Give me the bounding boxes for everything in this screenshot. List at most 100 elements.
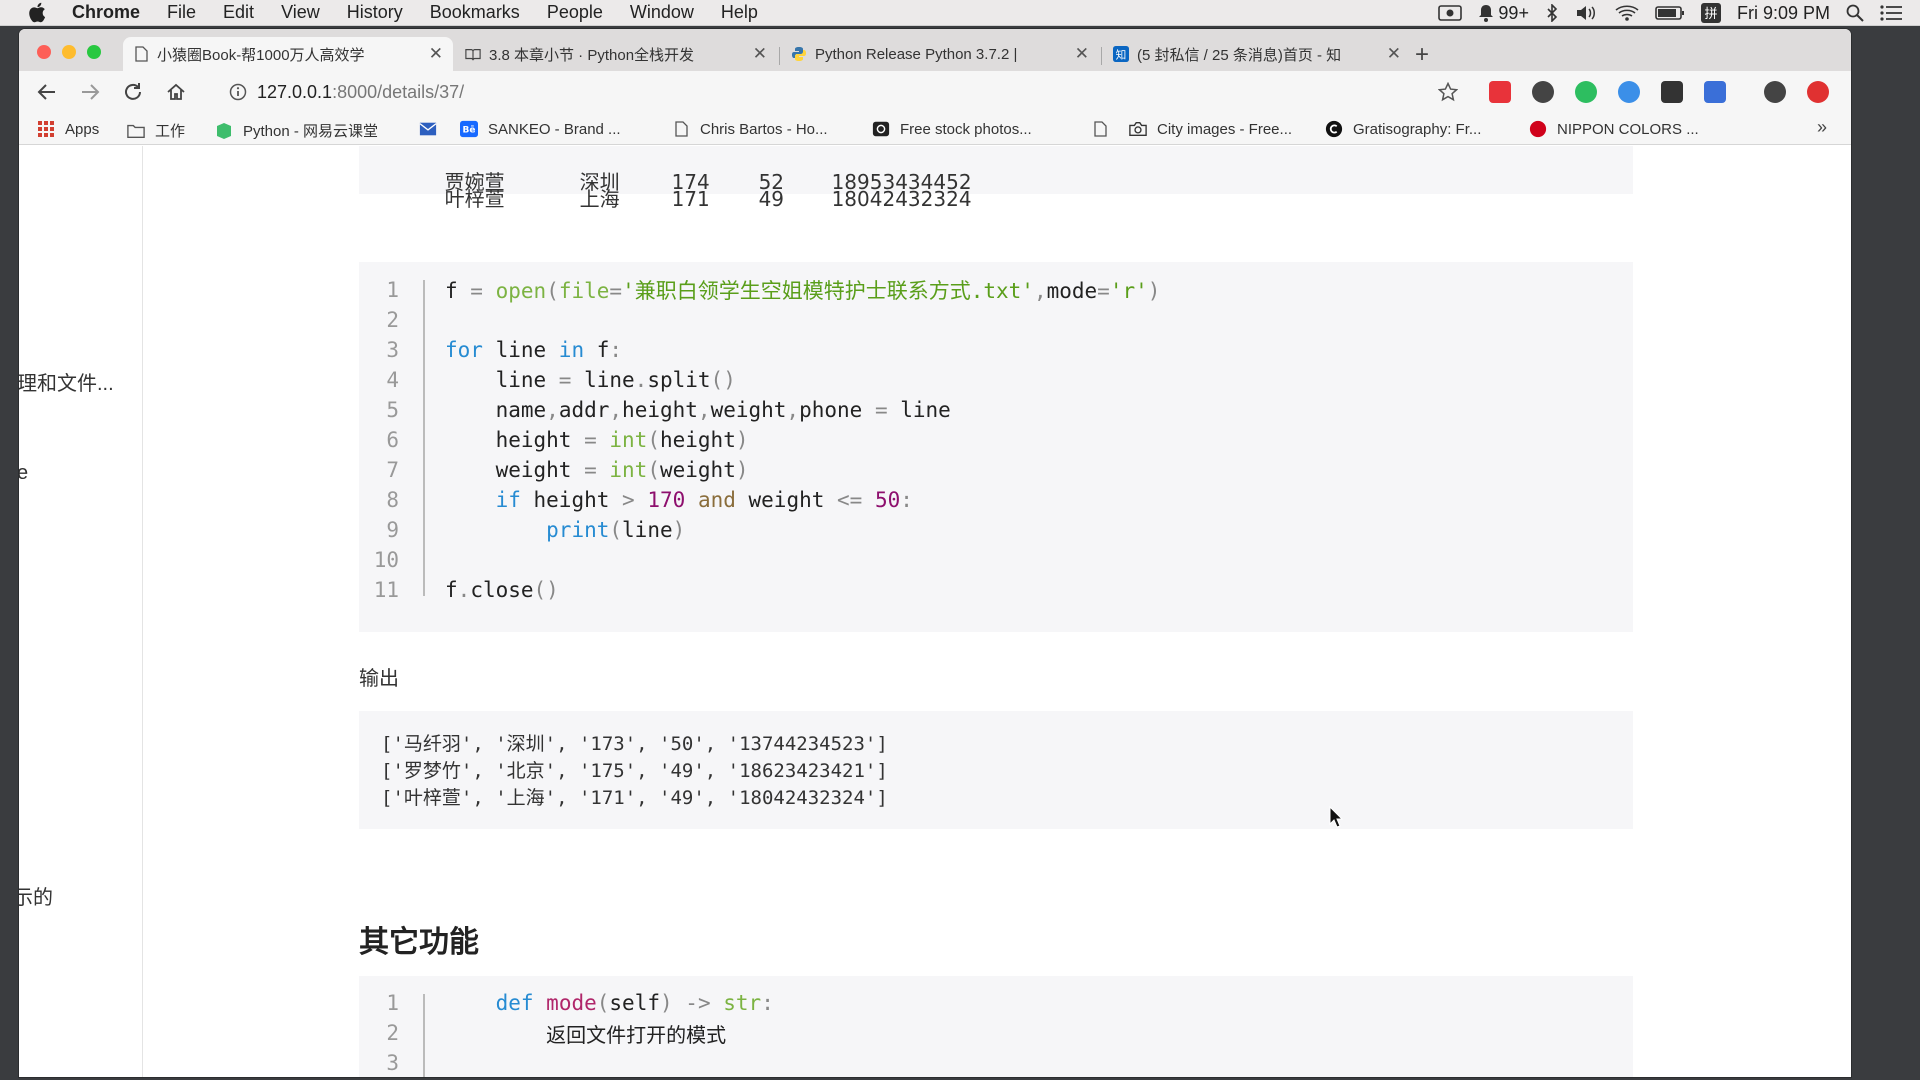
bookmark-free-stock[interactable]: Free stock photos...: [872, 120, 1032, 138]
bookmark-city-images[interactable]: City images - Free...: [1129, 120, 1292, 138]
site-info-icon[interactable]: [229, 83, 247, 101]
bookmark-blank-page[interactable]: [1091, 120, 1119, 138]
apple-icon[interactable]: [28, 2, 50, 24]
camera-icon: [1129, 120, 1147, 138]
screen-record-icon[interactable]: [1438, 3, 1463, 23]
menu-window[interactable]: Window: [630, 2, 694, 23]
bookmark-label: Apps: [65, 120, 100, 138]
svg-text:拼: 拼: [1704, 7, 1717, 22]
home-icon[interactable]: [165, 81, 187, 103]
address-bar[interactable]: 127.0.0.1:8000/details/37/: [211, 76, 1469, 108]
extension-feedly-icon[interactable]: [1489, 81, 1511, 103]
close-window-button[interactable]: [37, 45, 51, 59]
extension-dots-icon[interactable]: [1661, 81, 1683, 103]
extension-globe-icon[interactable]: [1618, 81, 1640, 103]
extension-evernote-icon[interactable]: [1575, 81, 1597, 103]
code-line-6: 6 height = int(height): [386, 428, 749, 452]
bookmark-apps[interactable]: Apps: [37, 120, 99, 138]
menu-bookmarks[interactable]: Bookmarks: [430, 2, 520, 23]
data-file-block: 贾婉萱 深圳 174 52 18953434452 叶梓萱 上海 171 49 18042432…: [359, 146, 1633, 211]
bookmark-gratisography[interactable]: Gratisography: Fr...: [1325, 120, 1481, 138]
tab-4[interactable]: 知 (5 封私信 / 25 条消息)首页 - 知 ✕: [1103, 37, 1411, 71]
bookmark-mail[interactable]: [419, 120, 447, 138]
clock[interactable]: Fri 9:09 PM: [1737, 3, 1830, 24]
tab-title: Python Release Python 3.7.2 |: [815, 45, 1018, 63]
code-line-1: 1f = open(file='兼职白领学生空姐模特护士联系方式.txt',mo…: [386, 278, 1161, 303]
behance-icon: Bē: [460, 120, 478, 138]
notification-count: 99+: [1498, 2, 1529, 23]
bookmark-label: 工作: [155, 123, 186, 140]
url-host: 127.0.0.1: [257, 81, 333, 102]
menu-edit[interactable]: Edit: [223, 2, 254, 23]
apps-grid-icon: [37, 120, 55, 138]
bluetooth-icon[interactable]: [1545, 3, 1559, 23]
svg-text:知: 知: [1116, 48, 1127, 61]
code-line-11: 11 f.close(): [373, 578, 559, 602]
camera-icon: [872, 120, 890, 138]
minimize-window-button[interactable]: [62, 45, 76, 59]
extension-translate-icon[interactable]: [1704, 81, 1726, 103]
bookmark-label: Gratisography: Fr...: [1353, 120, 1482, 138]
page-content: 理和文件... e 示的 贾婉萱 深圳 174 52 18953434452 叶梓萱 上海…: [19, 146, 1851, 1077]
forward-arrow-icon[interactable]: [79, 81, 101, 103]
close-tab-icon[interactable]: ✕: [429, 44, 443, 64]
menu-file[interactable]: File: [167, 2, 196, 23]
book-icon: [465, 46, 481, 62]
input-method-icon[interactable]: 拼: [1700, 3, 1721, 23]
back-arrow-icon[interactable]: [36, 81, 58, 103]
bookmarks-overflow-button[interactable]: »: [1817, 117, 1827, 138]
bookmark-label: Python - 网易云课堂: [243, 123, 379, 140]
menu-people[interactable]: People: [547, 2, 603, 23]
code-line-3: 3 for line in f:: [386, 338, 623, 362]
notification-bell-icon[interactable]: [1478, 3, 1494, 23]
gratisography-icon: [1325, 120, 1343, 138]
bookmark-star-icon[interactable]: [1437, 81, 1459, 103]
section-heading: 其它功能: [359, 926, 479, 959]
menu-history[interactable]: History: [347, 2, 403, 23]
reload-icon[interactable]: [122, 81, 144, 103]
tab-title: (5 封私信 / 25 条消息)首页 - 知: [1137, 46, 1342, 64]
extension-circle-icon[interactable]: [1532, 81, 1554, 103]
extension-red-icon[interactable]: [1807, 81, 1829, 103]
page-icon: [672, 120, 690, 138]
new-tab-button[interactable]: +: [1415, 41, 1429, 69]
bookmark-chris-bartos[interactable]: Chris Bartos - Ho...: [672, 120, 828, 138]
tab-strip: 小猿圈Book-帮1000万人高效学 ✕ 3.8 本章小节 · Python全栈…: [19, 29, 1851, 71]
bookmark-nippon-colors[interactable]: NIPPON COLORS ...: [1529, 120, 1699, 138]
menu-help[interactable]: Help: [721, 2, 758, 23]
profile-avatar-icon[interactable]: [1764, 81, 1786, 103]
close-tab-icon[interactable]: ✕: [753, 44, 767, 64]
battery-icon[interactable]: [1655, 3, 1685, 23]
browser-window: 小猿圈Book-帮1000万人高效学 ✕ 3.8 本章小节 · Python全栈…: [19, 29, 1851, 1077]
bookmark-label: SANKEO - Brand ...: [488, 120, 621, 138]
volume-icon[interactable]: [1575, 3, 1599, 23]
menu-view[interactable]: View: [281, 2, 320, 23]
bookmark-python-163[interactable]: Python - 网易云课堂: [215, 120, 378, 141]
notification-center-icon[interactable]: [1880, 3, 1902, 23]
tab-3[interactable]: Python Release Python 3.7.2 | ✕: [781, 37, 1099, 71]
bookmark-sankeo[interactable]: Bē SANKEO - Brand ...: [460, 120, 621, 138]
toc-item-display[interactable]: 示的: [19, 881, 53, 910]
close-tab-icon[interactable]: ✕: [1075, 44, 1089, 64]
zhihu-icon: 知: [1113, 46, 1129, 62]
spotlight-search-icon[interactable]: [1846, 3, 1864, 23]
code-line-1: 1 def mode(self) -> str:: [386, 991, 774, 1015]
output-label: 输出: [359, 668, 399, 690]
mail-icon: [419, 120, 437, 138]
python-logo-icon: [791, 46, 807, 62]
bookmark-work-folder[interactable]: 工作: [127, 120, 185, 141]
output-line: ['马纤羽', '深圳', '173', '50', '13744234523'…: [381, 733, 888, 755]
code-line-10: 10: [373, 548, 399, 572]
tab-1[interactable]: 小猿圈Book-帮1000万人高效学 ✕: [123, 37, 453, 71]
code-line-7: 7 weight = int(weight): [386, 458, 749, 482]
zoom-window-button[interactable]: [87, 45, 101, 59]
code-line-9: 9 print(line): [386, 518, 686, 542]
toc-item-file-operations[interactable]: 理和文件...: [19, 367, 114, 396]
tab-2[interactable]: 3.8 本章小节 · Python全栈开发 ✕: [455, 37, 777, 71]
wifi-icon[interactable]: [1615, 3, 1639, 23]
mouse-pointer-icon: [1329, 805, 1344, 833]
menu-chrome[interactable]: Chrome: [72, 2, 140, 23]
code-block-read-file: 1f = open(file='兼职白领学生空姐模特护士联系方式.txt',mo…: [359, 262, 1633, 632]
close-tab-icon[interactable]: ✕: [1387, 44, 1401, 64]
toc-item-partial[interactable]: e: [19, 462, 28, 485]
